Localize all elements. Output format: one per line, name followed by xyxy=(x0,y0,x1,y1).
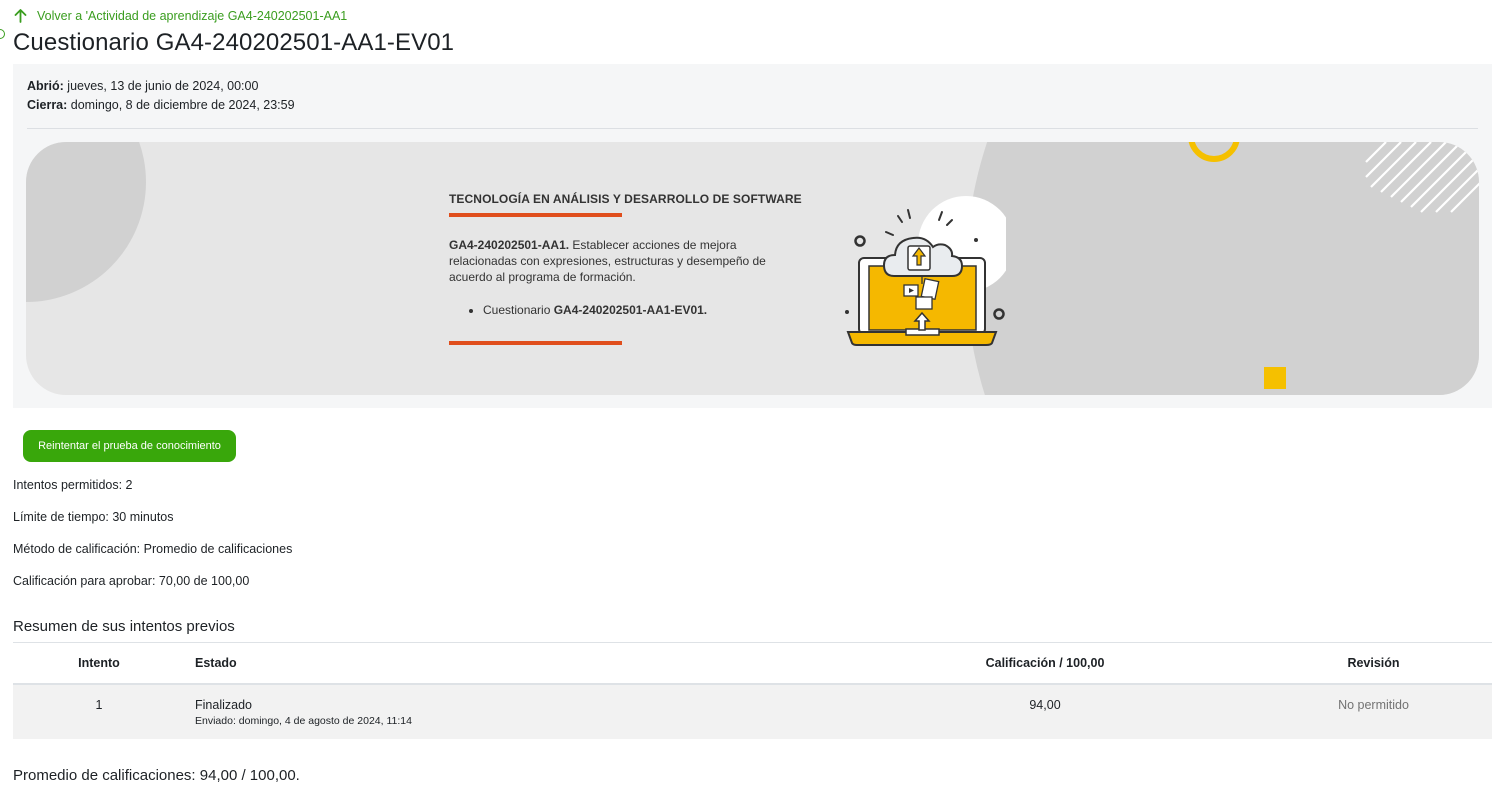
header-state: Estado xyxy=(185,642,835,685)
retry-quiz-button[interactable]: Reintentar el prueba de conocimiento xyxy=(23,430,236,462)
grading-method: Método de calificación: Promedio de cali… xyxy=(13,542,293,556)
time-limit: Límite de tiempo: 30 minutos xyxy=(13,510,174,524)
bottom-underline xyxy=(449,341,622,345)
average-grade: Promedio de calificaciones: 94,00 / 100,… xyxy=(13,767,300,784)
evidence-code: GA4-240202501-AA1-EV01. xyxy=(553,303,708,317)
attempt-review: No permitido xyxy=(1338,698,1409,712)
attempts-allowed: Intentos permitidos: 2 xyxy=(13,478,133,492)
attempt-state-cell: Finalizado Enviado: domingo, 4 de agosto… xyxy=(185,684,835,739)
course-banner: TECNOLOGÍA EN ANÁLISIS Y DESARROLLO DE S… xyxy=(26,142,1479,395)
pass-grade: Calificación para aprobar: 70,00 de 100,… xyxy=(13,574,250,588)
cloud-upload-laptop-illustration xyxy=(845,196,1006,346)
opened-value: jueves, 13 de junio de 2024, 00:00 xyxy=(67,79,259,93)
attempt-grade: 94,00 xyxy=(1029,698,1061,712)
closes-label: Cierra: xyxy=(27,98,68,112)
activity-code: GA4-240202501-AA1. xyxy=(449,238,570,252)
activity-dates-panel: Abrió: jueves, 13 de junio de 2024, 00:0… xyxy=(13,64,1492,408)
attempts-summary-title: Resumen de sus intentos previos xyxy=(13,618,235,635)
list-item: Cuestionario GA4-240202501-AA1-EV01. xyxy=(483,303,707,317)
side-indicator xyxy=(0,29,5,39)
opened-date: Abrió: jueves, 13 de junio de 2024, 00:0… xyxy=(27,79,258,93)
divider xyxy=(27,128,1478,129)
back-link-label[interactable]: Volver a 'Actividad de aprendizaje GA4-2… xyxy=(37,9,347,23)
decorative-circle-left xyxy=(26,142,146,302)
arrow-up-icon xyxy=(14,9,27,23)
header-attempt: Intento xyxy=(13,642,185,685)
page-title: Cuestionario GA4-240202501-AA1-EV01 xyxy=(13,29,455,56)
header-grade: Calificación / 100,00 xyxy=(835,642,1255,685)
attempts-table: Intento Estado Calificación / 100,00 Rev… xyxy=(13,642,1492,739)
closes-date: Cierra: domingo, 8 de diciembre de 2024,… xyxy=(27,98,295,112)
program-heading: TECNOLOGÍA EN ANÁLISIS Y DESARROLLO DE S… xyxy=(449,192,802,206)
opened-label: Abrió: xyxy=(27,79,64,93)
heading-underline xyxy=(449,213,622,217)
closes-value: domingo, 8 de diciembre de 2024, 23:59 xyxy=(70,98,295,112)
evidence-prefix: Cuestionario xyxy=(483,303,554,317)
attempt-grade-cell: 94,00 xyxy=(835,684,1255,739)
decorative-stripes xyxy=(1365,142,1479,213)
attempt-number-cell: 1 xyxy=(13,684,185,739)
back-link[interactable]: Volver a 'Actividad de aprendizaje GA4-2… xyxy=(14,9,347,23)
evidence-list: Cuestionario GA4-240202501-AA1-EV01. xyxy=(449,303,707,317)
attempt-review-cell: No permitido xyxy=(1255,684,1492,739)
decorative-square xyxy=(1264,367,1286,389)
header-review: Revisión xyxy=(1255,642,1492,685)
attempt-number: 1 xyxy=(95,698,103,712)
table-row: 1 Finalizado Enviado: domingo, 4 de agos… xyxy=(13,684,1492,739)
attempt-submitted: Enviado: domingo, 4 de agosto de 2024, 1… xyxy=(195,715,412,727)
activity-description: GA4-240202501-AA1. Establecer acciones d… xyxy=(449,237,794,285)
attempt-state: Finalizado xyxy=(195,698,252,712)
table-header-row: Intento Estado Calificación / 100,00 Rev… xyxy=(13,642,1492,685)
